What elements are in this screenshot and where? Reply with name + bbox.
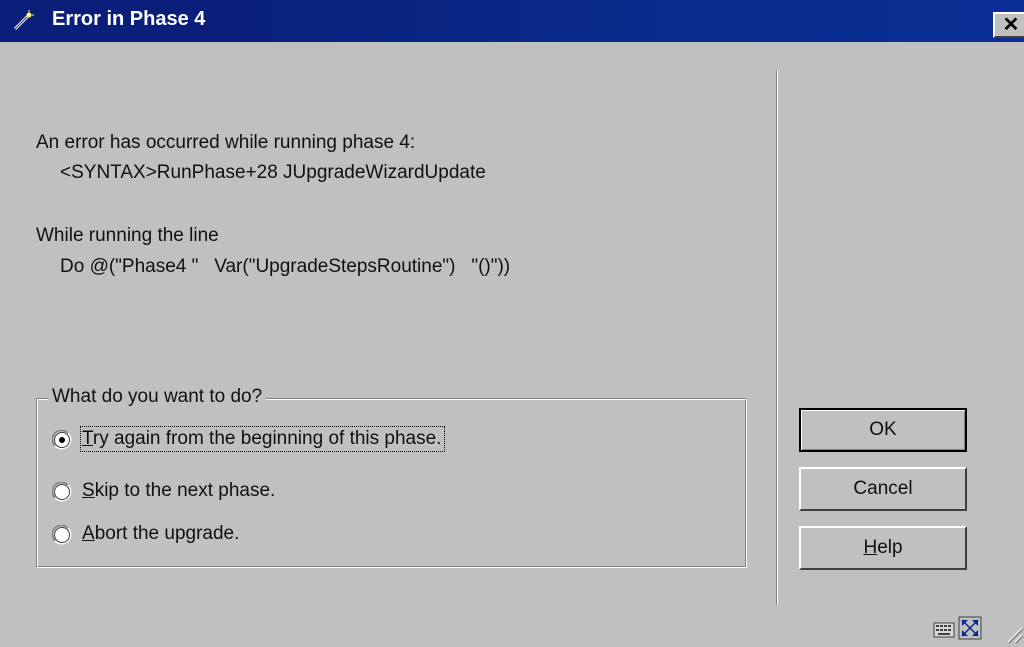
radio-label: Abort the upgrade.	[82, 523, 240, 544]
help-button[interactable]: Help	[799, 526, 967, 570]
title-bar[interactable]: Error in Phase 4 ✕	[0, 0, 1024, 42]
failing-line: Do @("Phase4 " Var("UpgradeStepsRoutine"…	[60, 256, 511, 277]
close-button[interactable]: ✕	[993, 12, 1024, 38]
radio-label: Skip to the next phase.	[82, 480, 276, 501]
radio-selected-icon[interactable]	[52, 430, 72, 450]
resize-grip-icon[interactable]	[1000, 620, 1024, 644]
radio-unselected-icon[interactable]	[52, 525, 72, 545]
expand-icon[interactable]	[958, 616, 982, 640]
radio-unselected-icon[interactable]	[52, 482, 72, 502]
error-location: <SYNTAX>RunPhase+28 JUpgradeWizardUpdate	[60, 162, 486, 183]
keyboard-icon[interactable]	[933, 619, 955, 639]
line-caption: While running the line	[36, 225, 219, 246]
vertical-separator	[776, 70, 778, 605]
options-legend: What do you want to do?	[48, 386, 267, 408]
error-message-line: An error has occurred while running phas…	[36, 132, 416, 153]
cancel-button[interactable]: Cancel	[799, 467, 967, 511]
dialog-window: Error in Phase 4 ✕ An error has occurred…	[0, 0, 1024, 647]
ok-button[interactable]: OK	[799, 408, 967, 452]
wand-icon	[13, 10, 34, 31]
window-title: Error in Phase 4	[52, 8, 206, 30]
radio-label: Try again from the beginning of this pha…	[79, 426, 446, 452]
